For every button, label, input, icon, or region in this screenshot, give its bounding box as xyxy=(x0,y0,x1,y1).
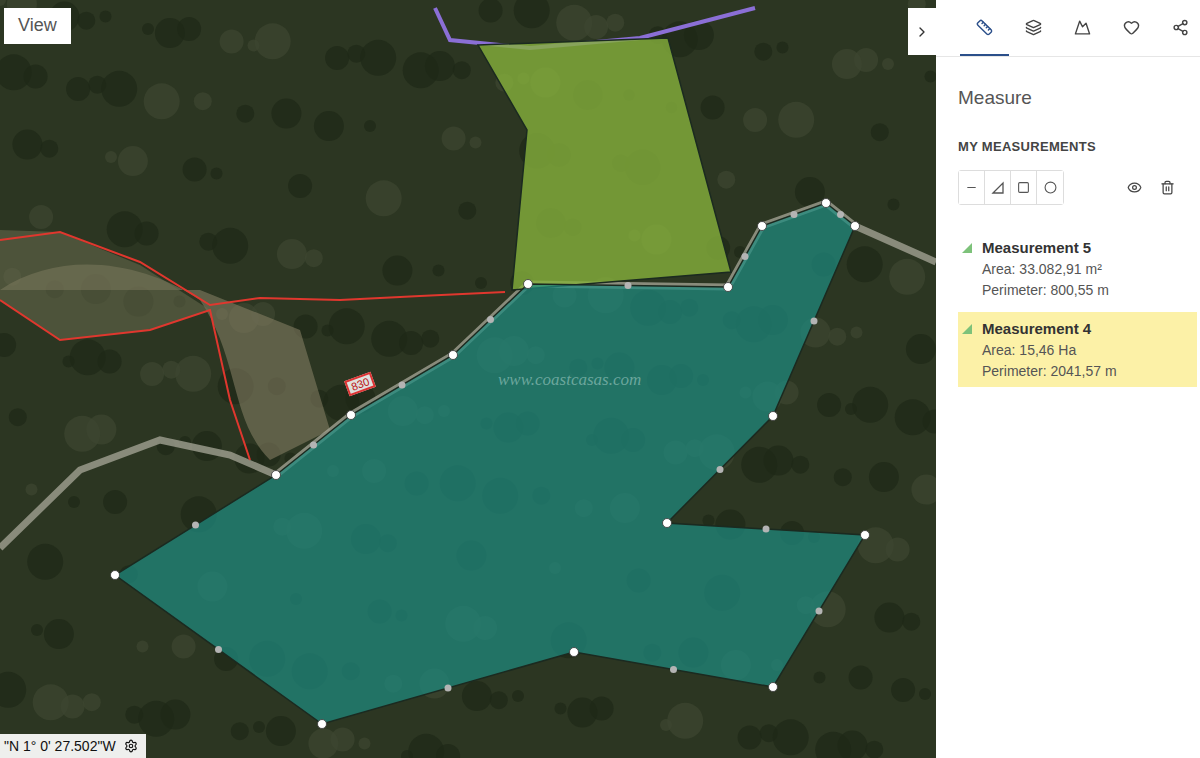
tool-button[interactable] xyxy=(959,171,985,204)
measurement-item[interactable]: Measurement 5 Area: 33.082,91 m² Perimeter… xyxy=(958,231,1197,306)
side-panel: Measure MY MEASUREMENTS Measurement 5 Area:… xyxy=(936,0,1200,758)
app: www.coastcasas.com830View"N 1° 0' 27.502… xyxy=(0,0,1200,758)
midpoint-handle[interactable] xyxy=(717,466,724,473)
midpoint-handle[interactable] xyxy=(763,526,770,533)
watermark: www.coastcasas.com xyxy=(498,370,641,390)
vertex-handle[interactable] xyxy=(861,531,870,540)
boundary-line xyxy=(0,232,505,305)
action-group xyxy=(1127,180,1197,195)
share-icon xyxy=(1172,19,1189,36)
measurement-shape[interactable] xyxy=(478,38,731,290)
heart-icon xyxy=(1123,19,1140,36)
midpoint-handle[interactable] xyxy=(791,211,798,218)
polygon-marker-icon xyxy=(962,243,972,253)
measure-content: Measure MY MEASUREMENTS Measurement 5 Area:… xyxy=(936,57,1200,387)
polygon-icon xyxy=(991,181,1005,195)
tool-button[interactable] xyxy=(985,171,1011,204)
chevron-right-icon xyxy=(914,24,930,40)
coordinates-bar: "N 1° 0' 27.502"W xyxy=(0,734,146,758)
measurement-area: Area: 33.082,91 m² xyxy=(982,261,1109,277)
panel-tab[interactable] xyxy=(1009,0,1058,56)
circle-icon xyxy=(1044,181,1057,194)
vertex-handle[interactable] xyxy=(769,412,778,421)
rectangle-icon xyxy=(1017,181,1030,194)
measurement-perimeter: Perimeter: 2041,57 m xyxy=(982,363,1117,379)
measurement-shape[interactable] xyxy=(111,199,870,729)
ruler-icon xyxy=(976,19,993,36)
vertex-handle[interactable] xyxy=(822,199,831,208)
delete-button[interactable] xyxy=(1160,180,1175,195)
measurement-name: Measurement 5 xyxy=(982,239,1109,256)
vertex-handle[interactable] xyxy=(663,519,672,528)
vertex-handle[interactable] xyxy=(758,222,767,231)
panel-title: Measure xyxy=(958,87,1197,109)
vertex-handle[interactable] xyxy=(524,280,533,289)
panel-tabs xyxy=(936,0,1200,57)
visibility-button[interactable] xyxy=(1127,180,1142,195)
vertex-handle[interactable] xyxy=(851,222,860,231)
panel-tab[interactable] xyxy=(960,0,1009,56)
vertex-handle[interactable] xyxy=(724,283,733,292)
vertex-handle[interactable] xyxy=(769,683,778,692)
vertex-handle[interactable] xyxy=(449,351,458,360)
vertex-handle[interactable] xyxy=(318,720,327,729)
map[interactable]: www.coastcasas.com830View"N 1° 0' 27.502… xyxy=(0,0,936,758)
tool-group xyxy=(958,170,1064,205)
midpoint-handle[interactable] xyxy=(487,316,494,323)
elevation-profile-icon xyxy=(1074,19,1091,36)
line-icon xyxy=(965,181,978,194)
measurement-list: Measurement 5 Area: 33.082,91 m² Perimeter… xyxy=(958,231,1197,387)
vertex-handle[interactable] xyxy=(111,571,120,580)
eye-icon xyxy=(1127,180,1142,195)
midpoint-handle[interactable] xyxy=(445,685,452,692)
measurement-area: Area: 15,46 Ha xyxy=(982,342,1117,358)
panel-tab[interactable] xyxy=(1107,0,1156,56)
measurement-name: Measurement 4 xyxy=(982,320,1117,337)
trash-icon xyxy=(1160,180,1175,195)
midpoint-handle[interactable] xyxy=(310,442,317,449)
panel-tab[interactable] xyxy=(1058,0,1107,56)
coordinates-text: "N 1° 0' 27.502"W xyxy=(4,738,116,754)
midpoint-handle[interactable] xyxy=(625,282,632,289)
tool-button[interactable] xyxy=(1037,171,1063,204)
midpoint-handle[interactable] xyxy=(192,522,199,529)
midpoint-handle[interactable] xyxy=(742,253,749,260)
panel-tab[interactable] xyxy=(1156,0,1200,56)
vertex-handle[interactable] xyxy=(272,471,281,480)
section-label: MY MEASUREMENTS xyxy=(958,139,1197,154)
layers-icon xyxy=(1025,19,1042,36)
panel-toggle-button[interactable] xyxy=(908,8,936,55)
measurement-text: Measurement 5 Area: 33.082,91 m² Perimeter… xyxy=(982,239,1109,298)
polygon-marker-icon xyxy=(962,324,972,334)
view-button[interactable]: View xyxy=(4,8,71,44)
midpoint-handle[interactable] xyxy=(837,211,844,218)
tool-button[interactable] xyxy=(1011,171,1037,204)
vertex-handle[interactable] xyxy=(570,648,579,657)
vertex-handle[interactable] xyxy=(347,411,356,420)
midpoint-handle[interactable] xyxy=(811,318,818,325)
measure-toolbar xyxy=(958,170,1197,205)
measurement-perimeter: Perimeter: 800,55 m xyxy=(982,282,1109,298)
midpoint-handle[interactable] xyxy=(215,646,222,653)
measurement-text: Measurement 4 Area: 15,46 Ha Perimeter: 20… xyxy=(982,320,1117,379)
midpoint-handle[interactable] xyxy=(816,608,823,615)
gear-icon[interactable] xyxy=(124,739,138,753)
midpoint-handle[interactable] xyxy=(399,382,406,389)
measurement-item[interactable]: Measurement 4 Area: 15,46 Ha Perimeter: 20… xyxy=(958,312,1197,387)
boundary-line xyxy=(0,300,250,460)
satellite-map[interactable] xyxy=(0,0,936,758)
midpoint-handle[interactable] xyxy=(670,666,677,673)
